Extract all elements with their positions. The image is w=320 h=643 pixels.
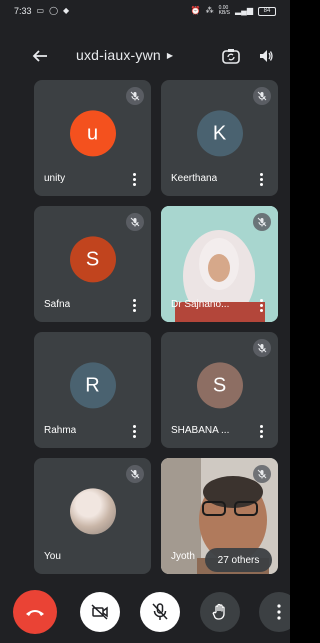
more-options-button[interactable] [256, 171, 266, 187]
raise-hand-icon [212, 603, 225, 620]
data-speed-icon: 0.00 KB/S [218, 5, 231, 16]
participant-tile[interactable]: u unity [34, 80, 151, 196]
participant-name: You [44, 551, 61, 562]
participant-video-tile[interactable]: Dr Sajnano... [161, 206, 278, 322]
participant-name: Safna [44, 299, 71, 310]
camera-off-icon [91, 604, 108, 620]
participant-name: Rahma [44, 425, 77, 436]
switch-camera-button[interactable] [219, 44, 243, 68]
more-vertical-icon [277, 604, 281, 620]
profile-photo [69, 488, 116, 535]
mic-off-icon [130, 469, 140, 479]
avatar: R [69, 362, 116, 409]
mic-off-icon [152, 603, 168, 620]
caret-right-icon: ▶ [166, 50, 174, 60]
participant-tile[interactable]: S SHABANA ... [161, 332, 278, 448]
more-options-button[interactable] [129, 423, 139, 439]
mic-off-icon [257, 217, 267, 227]
mic-off-icon [130, 217, 140, 227]
participant-tile[interactable]: K Keerthana [161, 80, 278, 196]
shield-icon: ◆ [63, 6, 70, 15]
mic-off-icon [257, 469, 267, 479]
back-button[interactable] [28, 44, 52, 68]
more-options-button[interactable] [129, 297, 139, 313]
avatar: u [69, 110, 116, 157]
arrow-left-icon [32, 50, 47, 62]
meeting-title[interactable]: uxd-iaux-ywn ▶ [76, 47, 173, 63]
speaker-button[interactable] [254, 44, 278, 68]
participant-name: Jyoth [171, 551, 195, 562]
meeting-code: uxd-iaux-ywn [76, 47, 161, 63]
call-controls [0, 588, 290, 638]
mic-off-badge [126, 213, 144, 231]
whatsapp-icon: ◯ [49, 6, 59, 15]
mic-off-badge [253, 339, 271, 357]
mic-off-icon [257, 91, 267, 101]
meet-screen: 7:33 ▭ ◯ ◆ ⏰ ⁂ 0.00 KB/S ▂▄▆ 84 uxd-iaux… [0, 0, 290, 643]
mic-off-badge [253, 213, 271, 231]
mic-off-badge [126, 87, 144, 105]
participant-tile[interactable]: S Safna [34, 206, 151, 322]
end-call-button[interactable] [13, 590, 57, 634]
switch-camera-icon [222, 49, 240, 64]
self-tile[interactable]: You [34, 458, 151, 574]
more-options-button[interactable] [256, 297, 266, 313]
mic-toggle-button[interactable] [140, 592, 180, 632]
status-bar: 7:33 ▭ ◯ ◆ ⏰ ⁂ 0.00 KB/S ▂▄▆ 84 [0, 0, 290, 22]
message-icon: ▭ [36, 6, 45, 15]
alarm-icon: ⏰ [190, 6, 201, 15]
signal-icon: ⁂ [205, 6, 214, 15]
camera-toggle-button[interactable] [80, 592, 120, 632]
participant-name: Keerthana [171, 173, 218, 184]
more-options-button[interactable] [129, 171, 139, 187]
wifi-icon: ▂▄▆ [235, 6, 253, 15]
avatar: S [196, 362, 243, 409]
more-options-button[interactable] [256, 423, 266, 439]
mic-off-icon [130, 91, 140, 101]
mic-off-badge [253, 87, 271, 105]
mic-off-badge [253, 465, 271, 483]
participant-name: Dr Sajnano... [171, 299, 230, 310]
more-actions-button[interactable] [259, 592, 290, 632]
end-call-icon [26, 610, 44, 616]
raise-hand-button[interactable] [200, 592, 240, 632]
participant-name: SHABANA ... [171, 425, 230, 436]
status-right: ⏰ ⁂ 0.00 KB/S ▂▄▆ 84 [191, 6, 276, 16]
others-count-button[interactable]: 27 others [205, 548, 272, 572]
status-time: 7:33 [14, 6, 32, 16]
call-header: uxd-iaux-ywn ▶ [0, 38, 290, 74]
status-left: 7:33 ▭ ◯ ◆ [14, 6, 69, 16]
battery-icon: 84 [258, 6, 276, 16]
participant-tile[interactable]: R Rahma [34, 332, 151, 448]
participant-name: unity [44, 173, 66, 184]
speaker-icon [260, 50, 273, 62]
mic-off-badge [126, 465, 144, 483]
avatar: S [69, 236, 116, 283]
mic-off-icon [257, 343, 267, 353]
avatar: K [196, 110, 243, 157]
